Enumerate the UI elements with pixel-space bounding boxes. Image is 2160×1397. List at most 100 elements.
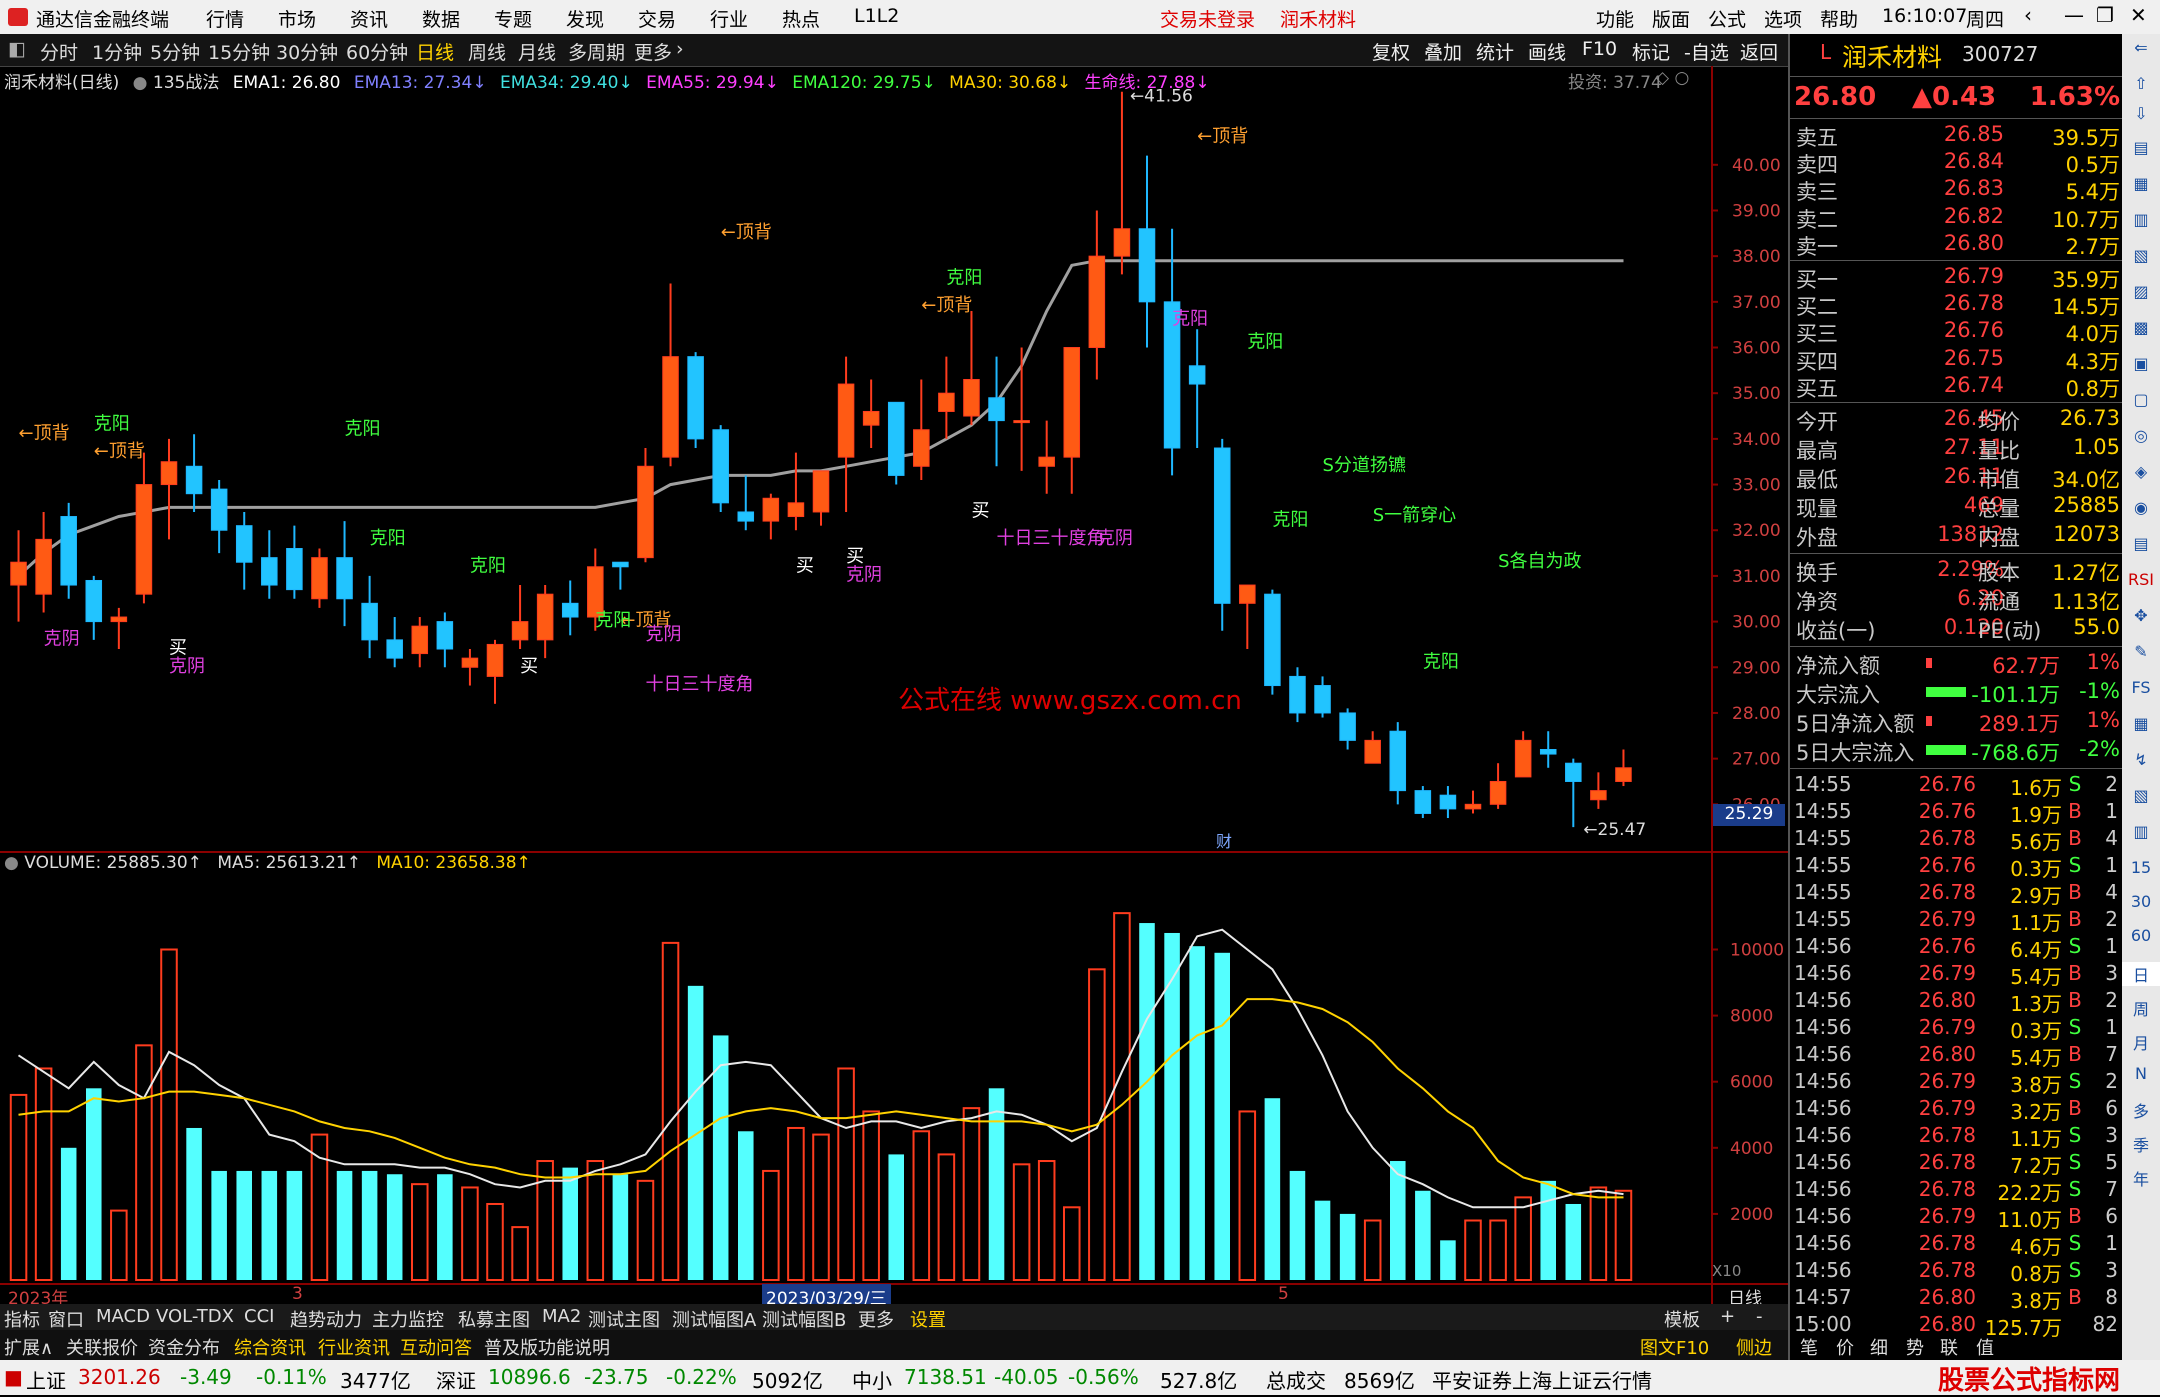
- strip-bar-icon[interactable]: ▧: [2122, 246, 2160, 265]
- strip-list2-icon[interactable]: ▥: [2122, 822, 2160, 841]
- panel-tab-2[interactable]: 笔: [1800, 1334, 1818, 1360]
- strip-period-15[interactable]: 15: [2122, 858, 2160, 877]
- panel-tab-0[interactable]: 图文F10: [1640, 1334, 1709, 1360]
- bid-level-5[interactable]: 买五 26.74 0.8万: [1790, 373, 2124, 401]
- restore-icon[interactable]: ❐: [2096, 3, 2114, 27]
- indicator-tab-12[interactable]: 更多: [858, 1306, 894, 1332]
- cai-marker[interactable]: 财: [1216, 828, 1232, 852]
- strip-rsi-icon[interactable]: RSI: [2122, 570, 2160, 589]
- menu-gongshi[interactable]: 公式: [1708, 5, 1746, 32]
- strip-star-icon[interactable]: ◈: [2122, 462, 2160, 481]
- ask-level-3[interactable]: 卖三 26.83 5.4万: [1790, 176, 2124, 204]
- indicator-tab-0[interactable]: 指标: [4, 1306, 40, 1332]
- tool-biaoji[interactable]: 标记: [1632, 38, 1670, 65]
- menu-zixun[interactable]: 资讯: [350, 5, 388, 32]
- extension-tab-1[interactable]: 关联报价: [66, 1334, 138, 1360]
- indicator-tab-5[interactable]: 趋势动力: [290, 1306, 362, 1332]
- extension-tab-5[interactable]: 互动问答: [400, 1334, 472, 1360]
- strip-info-icon[interactable]: ▩: [2122, 318, 2160, 337]
- strip-fs-icon[interactable]: FS: [2122, 678, 2160, 697]
- period-multi[interactable]: 多周期: [568, 38, 625, 65]
- indicator-tab-10[interactable]: 测试幅图A: [672, 1306, 756, 1332]
- strip-move-icon[interactable]: ✥: [2122, 606, 2160, 625]
- diamond-icon[interactable]: ◇ ○: [1656, 68, 1689, 88]
- ask-level-2[interactable]: 卖二 26.82 10.7万: [1790, 204, 2124, 232]
- period-60min[interactable]: 60分钟: [346, 38, 408, 65]
- menu-shuju[interactable]: 数据: [422, 5, 460, 32]
- period-daily[interactable]: 日线: [416, 38, 454, 65]
- indicator-tab-1[interactable]: 窗口: [48, 1306, 84, 1332]
- panel-tab-5[interactable]: 势: [1906, 1334, 1924, 1360]
- menu-redian[interactable]: 热点: [782, 5, 820, 32]
- strip-list-icon[interactable]: ▤: [2122, 138, 2160, 157]
- strip-news-icon[interactable]: ▣: [2122, 354, 2160, 373]
- volume-toggle-icon[interactable]: ●: [4, 853, 19, 873]
- extension-tab-2[interactable]: 资金分布: [148, 1334, 220, 1360]
- menu-xuanxiang[interactable]: 选项: [1764, 5, 1802, 32]
- menu-jiaoyi[interactable]: 交易: [638, 5, 676, 32]
- formula-name[interactable]: 135战法: [153, 73, 219, 93]
- menu-l1l2[interactable]: L1L2: [854, 5, 899, 27]
- indicator-tab-15[interactable]: +: [1720, 1306, 1735, 1327]
- bid-level-4[interactable]: 买四 26.75 4.3万: [1790, 346, 2124, 374]
- broker-name[interactable]: 平安证券上海上证云行情: [1432, 1365, 1652, 1394]
- strip-up-icon[interactable]: ⇧: [2122, 74, 2160, 93]
- menu-zhuanti[interactable]: 专题: [494, 5, 532, 32]
- period-weekly[interactable]: 周线: [468, 38, 506, 65]
- strip-down-icon[interactable]: ⇩: [2122, 104, 2160, 123]
- strip-tick-icon[interactable]: ↯: [2122, 750, 2160, 769]
- strip-period-week[interactable]: 周: [2122, 996, 2160, 1020]
- indicator-tab-13[interactable]: 设置: [910, 1306, 946, 1332]
- strip-calc-icon[interactable]: ▧: [2122, 786, 2160, 805]
- close-icon[interactable]: ✕: [2130, 3, 2147, 27]
- panel-tab-3[interactable]: 价: [1836, 1334, 1854, 1360]
- strip-period-n[interactable]: N: [2122, 1064, 2160, 1083]
- strip-period-season[interactable]: 季: [2122, 1132, 2160, 1156]
- tool-tongji[interactable]: 统计: [1476, 38, 1514, 65]
- strip-doc-icon[interactable]: ▨: [2122, 282, 2160, 301]
- tool-zixuan[interactable]: -自选: [1684, 38, 1729, 65]
- strip-period-day[interactable]: 日: [2122, 962, 2160, 986]
- period-monthly[interactable]: 月线: [518, 38, 556, 65]
- indicator-tab-16[interactable]: -: [1756, 1306, 1763, 1327]
- tool-diejia[interactable]: 叠加: [1424, 38, 1462, 65]
- indicator-tab-14[interactable]: 模板: [1664, 1306, 1700, 1332]
- strip-period-30[interactable]: 30: [2122, 892, 2160, 911]
- period-5min[interactable]: 5分钟: [150, 38, 200, 65]
- ask-level-4[interactable]: 卖四 26.84 0.5万: [1790, 149, 2124, 177]
- panel-tab-4[interactable]: 细: [1870, 1334, 1888, 1360]
- strip-chart-icon[interactable]: ▥: [2122, 210, 2160, 229]
- sz-label[interactable]: 深证: [436, 1365, 476, 1394]
- formula-toggle-icon[interactable]: ●: [133, 73, 148, 93]
- strip-period-year[interactable]: 年: [2122, 1166, 2160, 1190]
- sh-label[interactable]: 上证: [26, 1365, 66, 1394]
- extension-tab-0[interactable]: 扩展∧: [4, 1334, 53, 1360]
- bid-level-2[interactable]: 买二 26.78 14.5万: [1790, 291, 2124, 319]
- indicator-tab-9[interactable]: 测试主图: [588, 1306, 660, 1332]
- kline-chart[interactable]: 40.00 39.00 38.00 37.00 36.00 35.00 34.00 33.00…: [0, 66, 1788, 1304]
- menu-gongneng[interactable]: 功能: [1596, 5, 1634, 32]
- bid-level-3[interactable]: 买三 26.76 4.0万: [1790, 318, 2124, 346]
- period-30min[interactable]: 30分钟: [276, 38, 338, 65]
- menu-faxian[interactable]: 发现: [566, 5, 604, 32]
- zx-label[interactable]: 中小: [852, 1365, 892, 1394]
- extension-tab-6[interactable]: 普及版功能说明: [484, 1334, 610, 1360]
- indicator-tab-4[interactable]: CCI: [244, 1306, 274, 1327]
- expand-left-icon[interactable]: ◧: [8, 38, 26, 60]
- strip-cycle-icon[interactable]: ◎: [2122, 426, 2160, 445]
- period-1min[interactable]: 1分钟: [92, 38, 142, 65]
- strip-cal-icon[interactable]: ▦: [2122, 714, 2160, 733]
- trade-status[interactable]: 交易未登录: [1160, 5, 1255, 32]
- period-15min[interactable]: 15分钟: [208, 38, 270, 65]
- menu-banmian[interactable]: 版面: [1652, 5, 1690, 32]
- bid-level-1[interactable]: 买一 26.79 35.9万: [1790, 264, 2124, 292]
- tool-f10[interactable]: F10: [1582, 38, 1617, 60]
- strip-box-icon[interactable]: ▤: [2122, 534, 2160, 553]
- strip-grid-icon[interactable]: ▦: [2122, 174, 2160, 193]
- ask-level-1[interactable]: 卖一 26.80 2.7万: [1790, 231, 2124, 259]
- extension-tab-3[interactable]: 综合资讯: [234, 1334, 306, 1360]
- menu-hangqing[interactable]: 行情: [206, 5, 244, 32]
- indicator-tab-8[interactable]: MA2: [542, 1306, 581, 1327]
- back-icon[interactable]: ‹: [2024, 3, 2032, 27]
- tool-fuquan[interactable]: 复权: [1372, 38, 1410, 65]
